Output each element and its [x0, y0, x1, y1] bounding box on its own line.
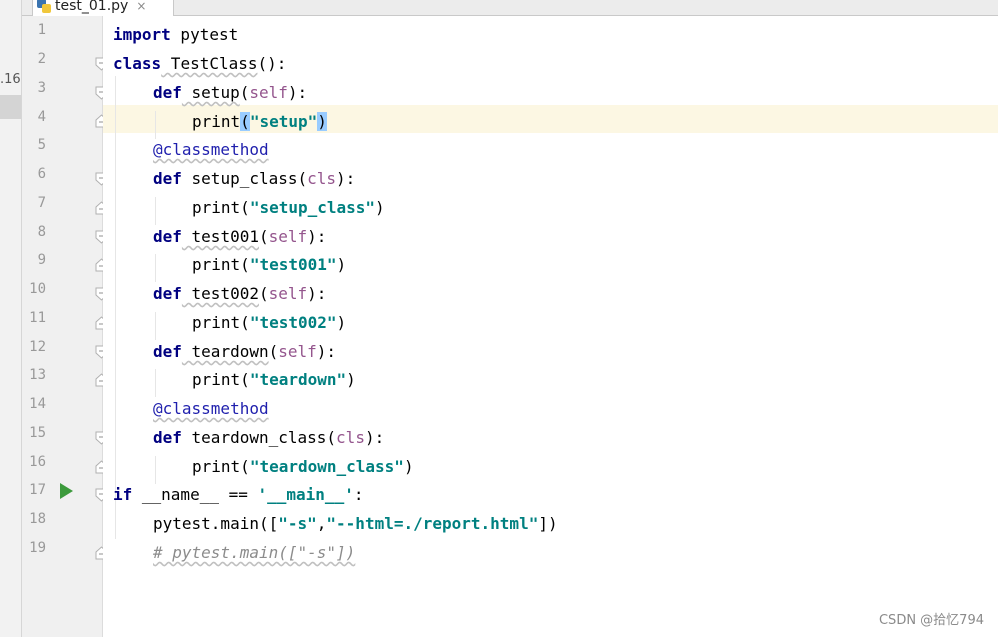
- line-number: 13: [29, 367, 46, 383]
- line-number: 10: [29, 281, 46, 297]
- code-line-19: # pytest.main(["-s"]): [153, 543, 356, 562]
- code-line-2: class TestClass():: [113, 54, 287, 73]
- run-play-icon[interactable]: [59, 483, 73, 499]
- code-line-8: def test001(self):: [153, 227, 327, 246]
- tab-test-01-py[interactable]: test_01.py ×: [32, 0, 174, 16]
- code-line-18: pytest.main(["-s","--html=./report.html"…: [153, 514, 558, 533]
- code-line-13: print("teardown"): [192, 370, 356, 389]
- line-number: 6: [37, 166, 46, 182]
- code-line-5: @classmethod: [153, 140, 269, 159]
- indent-guide: [155, 369, 156, 397]
- line-number: 8: [37, 224, 46, 240]
- indent-guide: [115, 76, 116, 539]
- indent-guide: [155, 254, 156, 282]
- line-number: 18: [29, 511, 46, 527]
- code-line-12: def teardown(self):: [153, 342, 337, 361]
- code-editor[interactable]: import pytest class TestClass(): def set…: [103, 16, 998, 637]
- code-line-1: import pytest: [113, 25, 239, 44]
- indent-guide: [155, 111, 156, 139]
- line-number: 4: [37, 109, 46, 125]
- watermark-text: CSDN @拾忆794: [878, 613, 984, 628]
- project-panel-selected-row[interactable]: [0, 95, 21, 119]
- line-number: 5: [37, 137, 46, 153]
- indent-guide: [155, 456, 156, 484]
- project-panel-edge: .16: [0, 0, 22, 637]
- line-number: 19: [29, 540, 46, 556]
- line-number: 17: [29, 482, 46, 498]
- line-number: 7: [37, 195, 46, 211]
- code-line-14: @classmethod: [153, 399, 269, 418]
- code-line-11: print("test002"): [192, 313, 347, 332]
- code-line-17: if __name__ == '__main__':: [113, 485, 364, 504]
- line-number: 11: [29, 310, 46, 326]
- code-line-7: print("setup_class"): [192, 198, 385, 217]
- code-line-10: def test002(self):: [153, 284, 327, 303]
- code-line-3: def setup(self):: [153, 83, 308, 102]
- python-file-icon: [37, 0, 51, 13]
- line-number: 16: [29, 454, 46, 470]
- line-number: 3: [37, 80, 46, 96]
- project-panel-partial-text: .16: [0, 72, 21, 87]
- code-line-16: print("teardown_class"): [192, 457, 414, 476]
- tab-label: test_01.py: [55, 0, 129, 14]
- editor-gutter: 1 2 3 4 5 6 7 8 9 10 11 12 13 14 15 16 1…: [22, 16, 108, 637]
- close-tab-icon[interactable]: ×: [136, 0, 146, 13]
- code-line-15: def teardown_class(cls):: [153, 428, 385, 447]
- line-number: 15: [29, 425, 46, 441]
- line-number: 9: [37, 252, 46, 268]
- code-line-4: print("setup"): [192, 112, 327, 131]
- line-number: 2: [37, 51, 46, 67]
- code-line-6: def setup_class(cls):: [153, 169, 356, 188]
- line-number: 14: [29, 396, 46, 412]
- editor-tab-bar: test_01.py ×: [22, 0, 998, 16]
- code-line-9: print("test001"): [192, 255, 347, 274]
- line-number: 1: [37, 22, 46, 38]
- indent-guide: [155, 312, 156, 340]
- line-number: 12: [29, 339, 46, 355]
- indent-guide: [155, 197, 156, 225]
